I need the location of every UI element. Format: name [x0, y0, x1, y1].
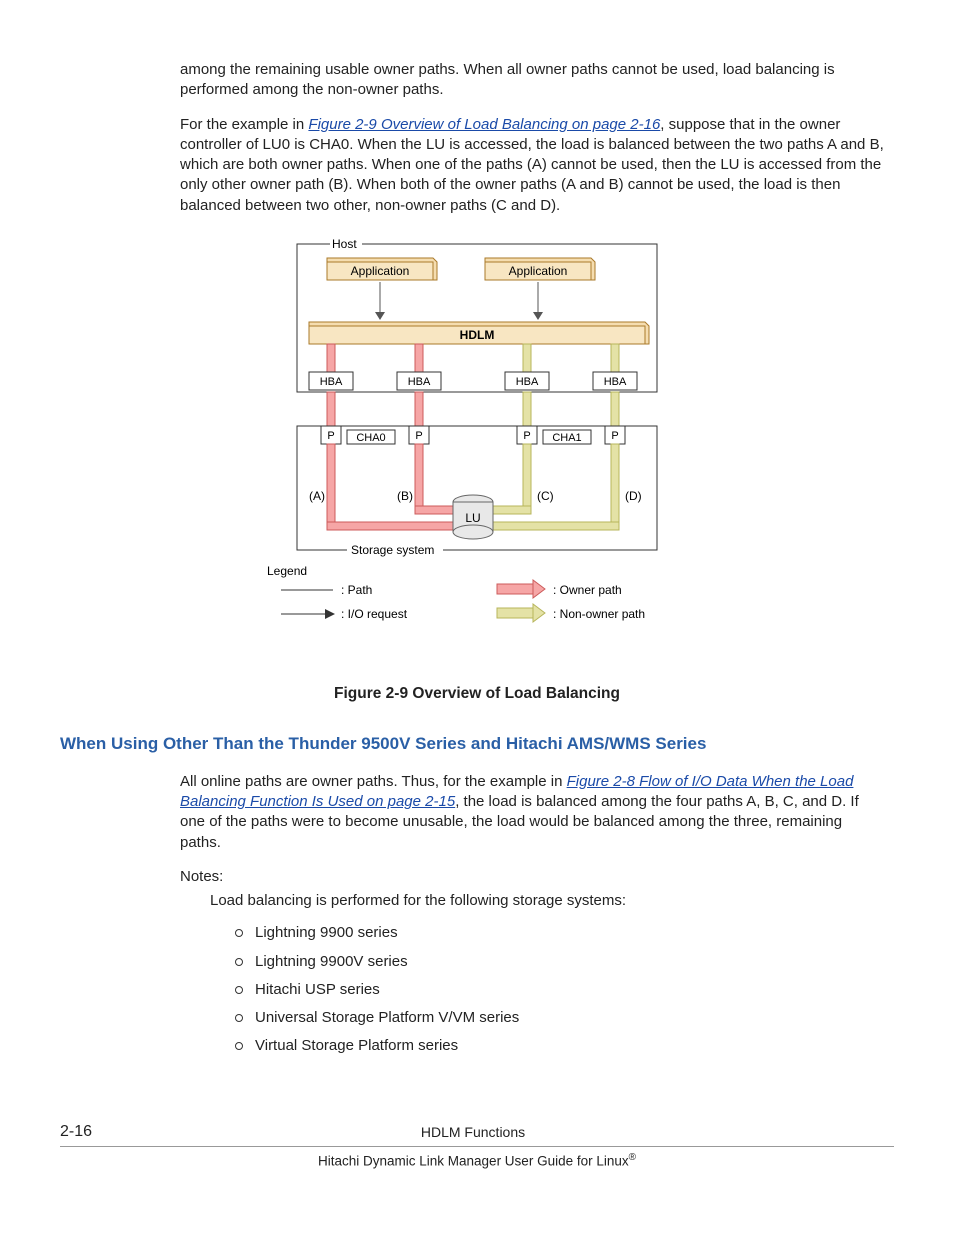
label-p: P [611, 430, 618, 442]
storage-list: Lightning 9900 series Lightning 9900V se… [180, 919, 884, 1060]
legend-path: : Path [341, 583, 372, 597]
label-path-b: (B) [397, 489, 413, 503]
text: For the example in [180, 116, 308, 133]
label-path-c: (C) [537, 489, 554, 503]
label-application: Application [351, 264, 410, 278]
page-number: 2-16 [60, 1121, 92, 1143]
paragraph: All online paths are owner paths. Thus, … [180, 772, 884, 853]
notes-label: Notes: [180, 867, 884, 887]
label-p: P [523, 430, 530, 442]
label-hba: HBA [604, 376, 627, 388]
footer-chapter: HDLM Functions [92, 1123, 854, 1142]
label-application: Application [509, 264, 568, 278]
legend-owner: : Owner path [553, 583, 622, 597]
list-item: Universal Storage Platform V/VM series [235, 1004, 884, 1032]
legend-nonowner: : Non-owner path [553, 607, 645, 621]
label-hba: HBA [516, 376, 539, 388]
list-item: Lightning 9900V series [235, 948, 884, 976]
list-item: Hitachi USP series [235, 976, 884, 1004]
paragraph: among the remaining usable owner paths. … [180, 60, 884, 101]
figure-link[interactable]: Figure 2-9 Overview of Load Balancing on… [308, 116, 660, 133]
paragraph: For the example in Figure 2-9 Overview o… [180, 115, 884, 216]
label-cha1: CHA1 [552, 432, 581, 444]
text: All online paths are owner paths. Thus, … [180, 773, 567, 790]
figure-caption: Figure 2-9 Overview of Load Balancing [60, 684, 894, 705]
legend-io: : I/O request [341, 607, 408, 621]
label-hba: HBA [408, 376, 431, 388]
label-hba: HBA [320, 376, 343, 388]
registered-icon: ® [629, 1152, 636, 1163]
label-path-d: (D) [625, 489, 642, 503]
label-p: P [415, 430, 422, 442]
notes-intro: Load balancing is performed for the foll… [210, 891, 884, 911]
label-lu: LU [465, 511, 480, 525]
label-p: P [327, 430, 334, 442]
label-path-a: (A) [309, 489, 325, 503]
label-host: Host [332, 237, 357, 251]
section-heading: When Using Other Than the Thunder 9500V … [60, 733, 894, 756]
label-hdlm: HDLM [460, 328, 495, 342]
page-footer: 2-16 HDLM Functions Hitachi Dynamic Link… [60, 1121, 894, 1171]
label-storage: Storage system [351, 543, 434, 557]
label-cha0: CHA0 [356, 432, 385, 444]
figure-diagram: Host Application Application HDLM [60, 230, 894, 666]
list-item: Lightning 9900 series [235, 919, 884, 947]
footer-doc-title: Hitachi Dynamic Link Manager User Guide … [318, 1154, 629, 1169]
list-item: Virtual Storage Platform series [235, 1032, 884, 1060]
label-legend: Legend [267, 564, 307, 578]
